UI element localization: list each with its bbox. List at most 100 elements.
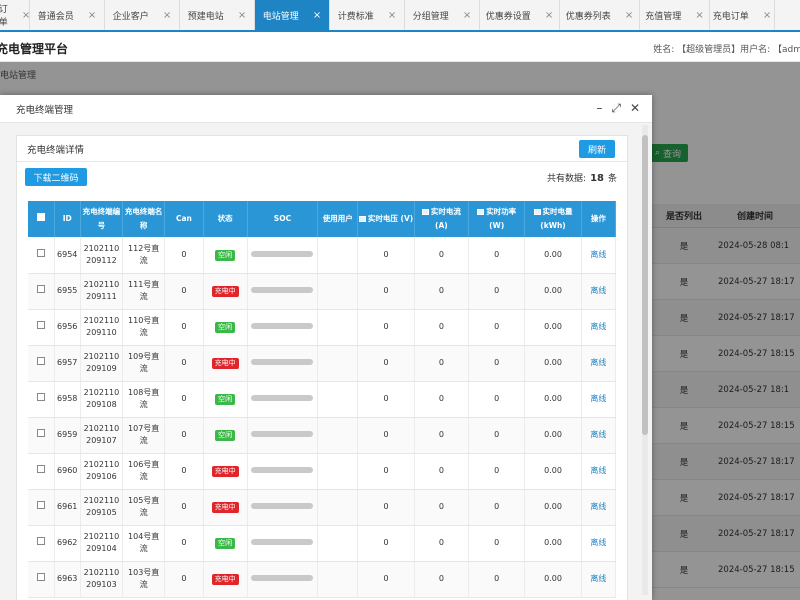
tab-5[interactable]: 计费标准 × — [330, 0, 405, 30]
soc-bar — [251, 575, 314, 581]
tab-close-icon[interactable]: × — [388, 10, 396, 21]
cell-select[interactable] — [28, 273, 55, 310]
cell-current: 0 — [414, 453, 470, 490]
tab-7[interactable]: 优惠券设置 × — [480, 0, 560, 30]
soc-bar — [251, 431, 314, 437]
row-checkbox[interactable] — [36, 537, 45, 545]
table-row: 6963 2102110 209103 103号直流 0 充电中 0 0 0 0.00 离线 — [28, 561, 617, 598]
cell-op: 离线 — [581, 417, 617, 454]
platform-title: 充电管理平台 — [0, 42, 69, 56]
scrollbar-thumb[interactable] — [642, 135, 648, 435]
offline-link[interactable]: 离线 — [590, 466, 606, 475]
status-badge: 充电中 — [211, 502, 239, 513]
terminal-name-line1: 105号直 — [128, 496, 160, 505]
cell-id: 6959 — [54, 417, 81, 454]
maximize-icon[interactable]: ⤢ — [611, 101, 621, 116]
tab-2[interactable]: 企业客户 × — [105, 0, 180, 30]
terminal-name-line2: 流 — [139, 400, 148, 409]
terminal-name-line1: 108号直 — [128, 388, 160, 397]
tab-label: 普通会员 — [37, 11, 74, 22]
row-checkbox[interactable] — [36, 465, 45, 473]
offline-link[interactable]: 离线 — [590, 538, 606, 547]
row-checkbox[interactable] — [36, 573, 45, 581]
cell-select[interactable] — [28, 381, 55, 418]
tab-close-icon[interactable]: × — [545, 10, 553, 21]
cell-select[interactable] — [28, 561, 55, 598]
tab-close-icon[interactable]: × — [695, 10, 703, 21]
cell-power: 0 — [468, 381, 526, 418]
row-checkbox[interactable] — [36, 429, 45, 437]
status-badge: 空闲 — [215, 249, 236, 261]
tab-close-icon[interactable]: × — [625, 10, 633, 21]
tab-close-icon[interactable]: × — [88, 10, 96, 21]
tab-close-icon[interactable]: × — [763, 10, 771, 21]
tab-6[interactable]: 分组管理 × — [405, 0, 480, 30]
tab-close-icon[interactable]: × — [22, 10, 30, 21]
select-all-checkbox[interactable] — [36, 213, 45, 221]
row-checkbox[interactable] — [36, 393, 45, 401]
cell-terminal-no: 2102110 209104 — [80, 525, 124, 562]
terminal-name-line1: 110号直 — [128, 316, 160, 325]
cell-select[interactable] — [28, 525, 55, 562]
cell-id: 6960 — [54, 453, 81, 490]
row-checkbox[interactable] — [36, 285, 45, 293]
tab-1[interactable]: 普通会员 × — [30, 0, 105, 30]
download-qr-button[interactable]: 下载二维码 — [25, 168, 87, 186]
terminal-no-line1: 2102110 — [83, 568, 120, 577]
tab-3[interactable]: 预建电站 × — [180, 0, 255, 30]
cell-power: 0 — [468, 561, 526, 598]
modal-scrollbar[interactable] — [642, 125, 648, 595]
cell-power: 0 — [468, 345, 526, 382]
cell-current: 0 — [414, 309, 470, 346]
tab-close-icon[interactable]: × — [238, 10, 246, 21]
offline-link[interactable]: 离线 — [590, 358, 606, 367]
tab-close-icon[interactable]: × — [463, 10, 471, 21]
row-checkbox[interactable] — [36, 321, 45, 329]
tab-10[interactable]: 充电订单 × — [710, 0, 775, 30]
cell-soc — [247, 381, 319, 418]
cell-current: 0 — [414, 561, 470, 598]
row-checkbox[interactable] — [36, 357, 45, 365]
cell-terminal-name: 106号直流 — [122, 453, 166, 490]
cell-energy: 0.00 — [524, 237, 582, 274]
offline-link[interactable]: 离线 — [590, 430, 606, 439]
offline-link[interactable]: 离线 — [590, 250, 606, 259]
tab-4[interactable]: 电站管理 × — [255, 0, 330, 30]
cell-terminal-no: 2102110 209103 — [80, 561, 124, 598]
offline-link[interactable]: 离线 — [590, 286, 606, 295]
minimize-icon[interactable]: – — [596, 101, 602, 116]
header-id: ID — [54, 201, 81, 237]
offline-link[interactable]: 离线 — [590, 322, 606, 331]
cell-select[interactable] — [28, 453, 55, 490]
refresh-button[interactable]: 刷新 — [579, 140, 615, 158]
offline-link[interactable]: 离线 — [590, 502, 606, 511]
tab-close-icon[interactable]: × — [313, 10, 321, 21]
cell-select[interactable] — [28, 345, 55, 382]
cell-soc — [247, 309, 319, 346]
table-row: 6956 2102110 209110 110号直流 0 空闲 0 0 0 0.00 离线 — [28, 309, 617, 346]
cell-id: 6963 — [54, 561, 81, 598]
cell-id: 6957 — [54, 345, 81, 382]
terminal-no-line1: 2102110 — [83, 280, 120, 289]
cell-select[interactable] — [28, 309, 55, 346]
tab-9[interactable]: 充值管理 × — [640, 0, 710, 30]
terminal-no-line1: 2102110 — [83, 460, 120, 469]
cell-select[interactable] — [28, 417, 55, 454]
tab-close-icon[interactable]: × — [163, 10, 171, 21]
cell-terminal-no: 2102110 209111 — [80, 273, 124, 310]
terminal-no-line1: 2102110 — [83, 352, 120, 361]
soc-bar — [251, 250, 314, 257]
header-select-all[interactable] — [28, 201, 55, 237]
close-icon[interactable]: ✕ — [630, 101, 640, 116]
row-checkbox[interactable] — [36, 248, 45, 257]
cell-select[interactable] — [28, 489, 55, 526]
cell-select[interactable] — [28, 237, 55, 274]
tab-0[interactable]: 订单 × — [0, 0, 30, 30]
offline-link[interactable]: 离线 — [590, 394, 606, 403]
voltage-icon — [358, 216, 366, 222]
tab-8[interactable]: 优惠券列表 × — [560, 0, 640, 30]
row-checkbox[interactable] — [36, 501, 45, 509]
cell-can: 0 — [164, 345, 204, 382]
total-count: 共有数据: 18 条 — [547, 171, 617, 184]
offline-link[interactable]: 离线 — [590, 574, 606, 583]
